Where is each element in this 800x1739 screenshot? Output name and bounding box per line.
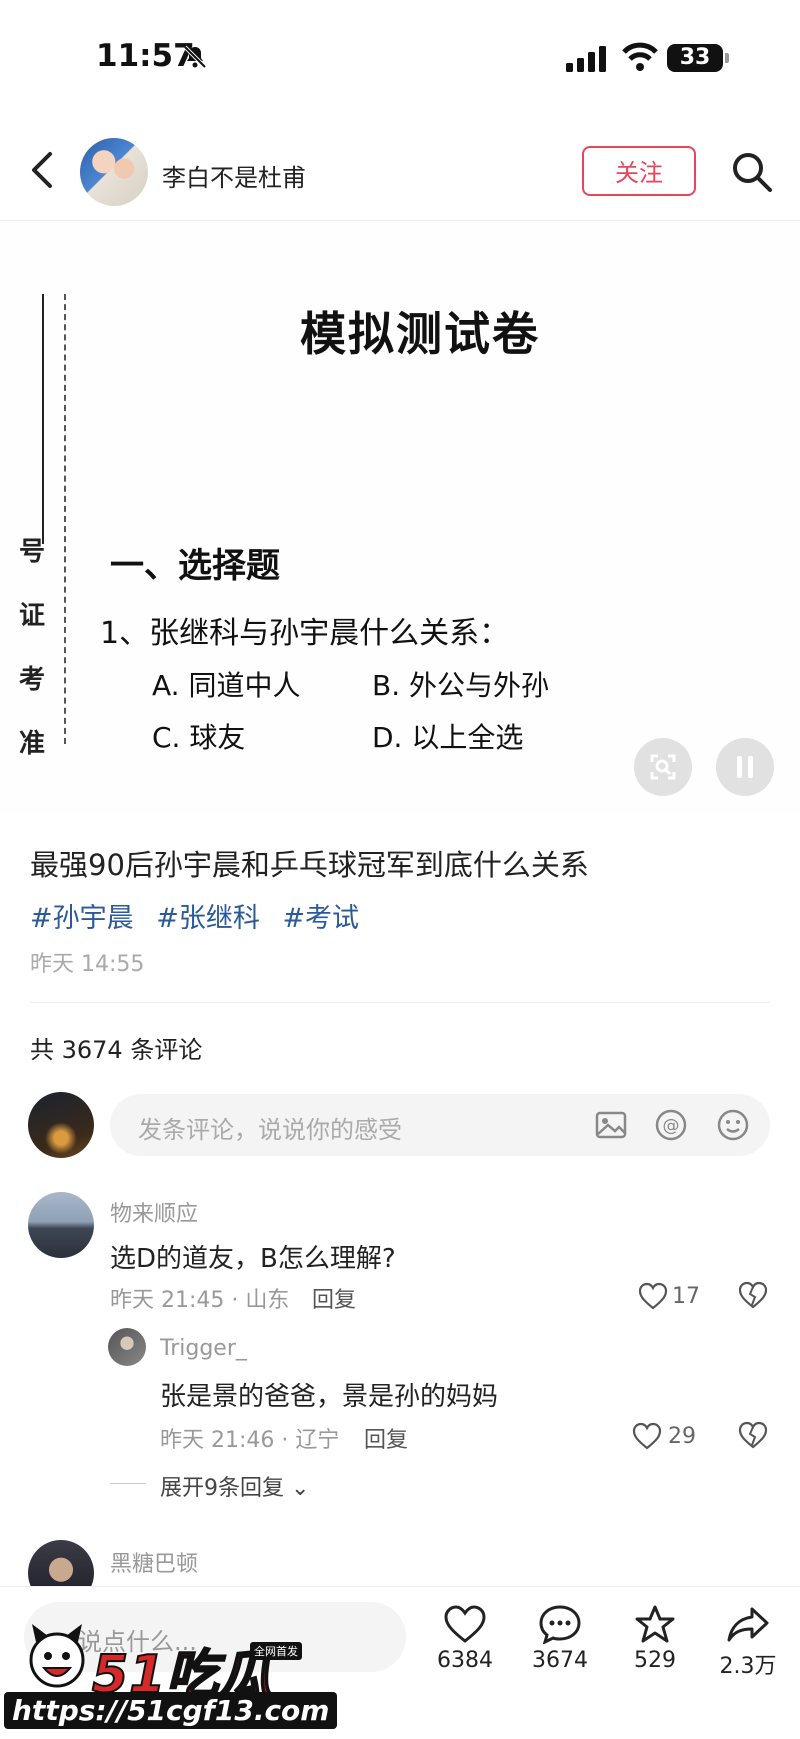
favorite-action[interactable]: 529: [615, 1604, 695, 1673]
tag-link[interactable]: #孙宇晨: [30, 903, 134, 934]
signal-icon: [566, 46, 606, 72]
exam-question: 1、张继科与孙宇晨什么关系：: [100, 616, 510, 651]
comment-action[interactable]: 3674: [520, 1604, 600, 1673]
like-count: 29: [668, 1424, 696, 1449]
header-divider: [0, 220, 800, 221]
reply-button[interactable]: 回复: [364, 1422, 408, 1454]
exam-dashed-line: [64, 294, 66, 744]
commenter-name[interactable]: 黑糖巴顿: [110, 1546, 198, 1578]
star-icon: [635, 1605, 675, 1643]
post-tags: #孙宇晨 #张继科 #考试: [30, 896, 373, 935]
reply-button[interactable]: 回复: [312, 1282, 356, 1314]
battery-indicator: 33: [667, 44, 729, 72]
exam-option-d: D. 以上全选: [372, 721, 524, 754]
image-icon[interactable]: [594, 1108, 628, 1142]
wifi-icon: [622, 42, 658, 71]
chevron-down-icon: ⌄: [284, 1476, 310, 1501]
like-icon[interactable]: [632, 1422, 662, 1450]
dislike-icon[interactable]: [738, 1280, 768, 1310]
like-total: 6384: [437, 1648, 493, 1673]
mention-icon[interactable]: @: [654, 1108, 688, 1142]
exam-section-title: 一、选择题: [110, 546, 280, 586]
expand-line: [110, 1483, 146, 1484]
watermark-mascot-icon: [29, 1624, 85, 1688]
emoji-icon[interactable]: [716, 1108, 750, 1142]
tag-link[interactable]: #考试: [282, 903, 359, 934]
back-arrow-icon[interactable]: [28, 150, 58, 190]
dislike-icon[interactable]: [738, 1420, 768, 1450]
comment-text: 张是景的爸爸，景是孙的妈妈: [160, 1382, 499, 1412]
comment-meta: 昨天 21:46 · 辽宁: [160, 1428, 340, 1453]
exam-vertical-label: 号 证 考 准: [18, 537, 45, 759]
exam-option-b: B. 外公与外孙: [372, 669, 550, 702]
exam-title: 模拟测试卷: [300, 307, 540, 361]
author-name[interactable]: 李白不是杜甫: [162, 158, 306, 193]
exam-option-a: A. 同道中人: [152, 669, 301, 702]
status-time: 11:57: [96, 38, 195, 74]
comment-count: 共 3674 条评论: [30, 1036, 203, 1064]
image-scan-button[interactable]: [634, 738, 692, 796]
comment-input-placeholder[interactable]: 发条评论，说说你的感受: [138, 1110, 402, 1145]
commenter-avatar[interactable]: [28, 1192, 94, 1258]
follow-button[interactable]: 关注: [582, 146, 696, 196]
search-icon[interactable]: [730, 150, 774, 194]
watermark-badge: 全网首发: [250, 1642, 302, 1660]
exam-option-c: C. 球友: [152, 721, 246, 754]
share-total: 2.3万: [719, 1654, 777, 1679]
scan-icon: [650, 754, 676, 780]
watermark-url: https://51cgf13.com: [4, 1692, 338, 1729]
heart-icon: [444, 1605, 486, 1643]
like-action[interactable]: 6384: [425, 1604, 505, 1673]
comment-total: 3674: [532, 1648, 588, 1673]
comment-meta: 昨天 21:45 · 山东: [110, 1288, 290, 1313]
share-action[interactable]: 2.3万: [708, 1604, 788, 1680]
exam-margin-line: [42, 294, 44, 544]
comment-bubble-icon: [539, 1605, 581, 1644]
commenter-avatar[interactable]: [108, 1328, 146, 1366]
pause-icon: [737, 756, 753, 778]
expand-replies-button[interactable]: 展开9条回复 ⌄: [160, 1470, 309, 1502]
bell-muted-icon: [183, 45, 207, 69]
commenter-name[interactable]: Trigger_: [160, 1336, 247, 1361]
like-count: 17: [672, 1284, 700, 1309]
svg-text:@: @: [663, 1116, 680, 1136]
my-avatar: [28, 1092, 94, 1158]
like-icon[interactable]: [638, 1282, 668, 1310]
author-avatar[interactable]: [80, 138, 148, 206]
post-time: 昨天 14:55: [30, 952, 145, 977]
share-arrow-icon: [727, 1607, 769, 1642]
pause-button[interactable]: [716, 738, 774, 796]
commenter-name[interactable]: 物来顺应: [110, 1196, 198, 1228]
tag-link[interactable]: #张继科: [156, 903, 260, 934]
section-divider: [30, 1002, 770, 1003]
favorite-total: 529: [634, 1648, 676, 1673]
post-title: 最强90后孙宇晨和乒乓球冠军到底什么关系: [30, 848, 589, 882]
comment-text: 选D的道友，B怎么理解?: [110, 1244, 396, 1274]
